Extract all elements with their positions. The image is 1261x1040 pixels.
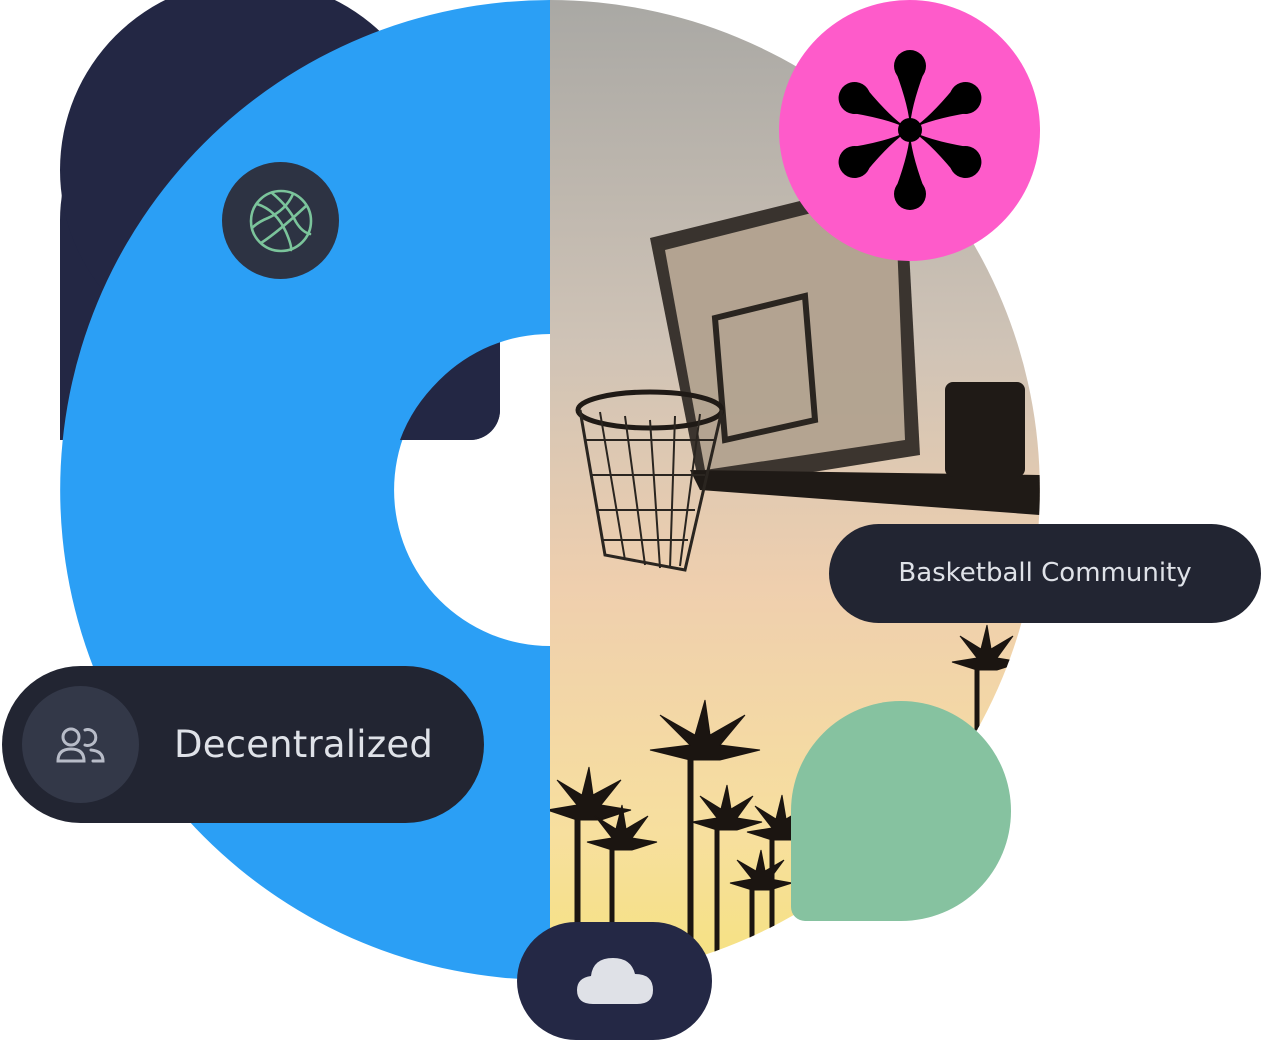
users-icon <box>55 727 105 762</box>
asterisk-icon <box>838 50 981 210</box>
users-icon-wrap <box>22 686 139 803</box>
cloud-badge <box>517 922 712 1040</box>
decentralized-label: Decentralized <box>174 723 434 766</box>
basketball-icon <box>249 189 312 252</box>
decentralized-badge: Decentralized <box>2 666 484 823</box>
basketball-badge <box>222 162 339 279</box>
community-label: Basketball Community <box>898 558 1192 588</box>
cloud-icon <box>576 958 653 1004</box>
background-shapes <box>60 0 1040 980</box>
asterisk-badge <box>779 0 1040 261</box>
community-badge: Basketball Community <box>829 524 1261 623</box>
chat-bubble-shape <box>791 701 1011 921</box>
